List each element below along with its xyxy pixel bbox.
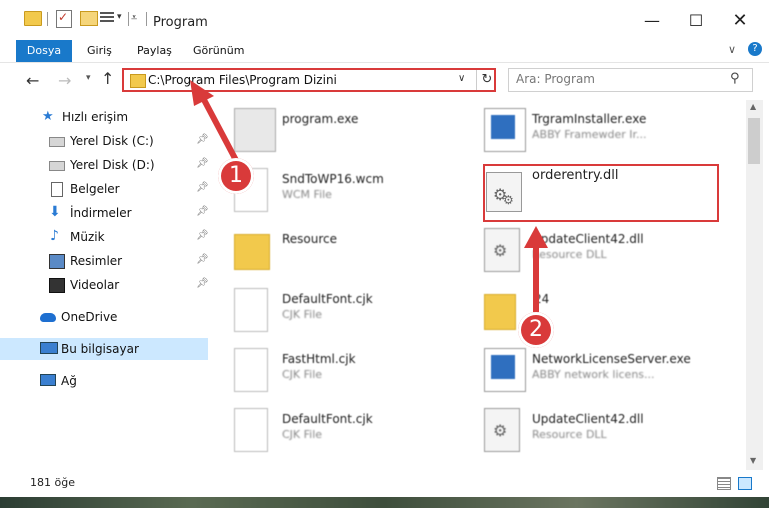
callout-1: 1 [218,158,254,194]
callout-2: 2 [518,312,554,348]
arrow-2-head [524,226,548,248]
explorer-window: ▾ ⩡ Program — ☐ ✕ Dosya Giriş Paylaş Gör… [0,0,769,497]
arrow-1-shaft [199,94,241,166]
annotation-arrows [190,80,548,312]
desktop-background [0,497,769,508]
